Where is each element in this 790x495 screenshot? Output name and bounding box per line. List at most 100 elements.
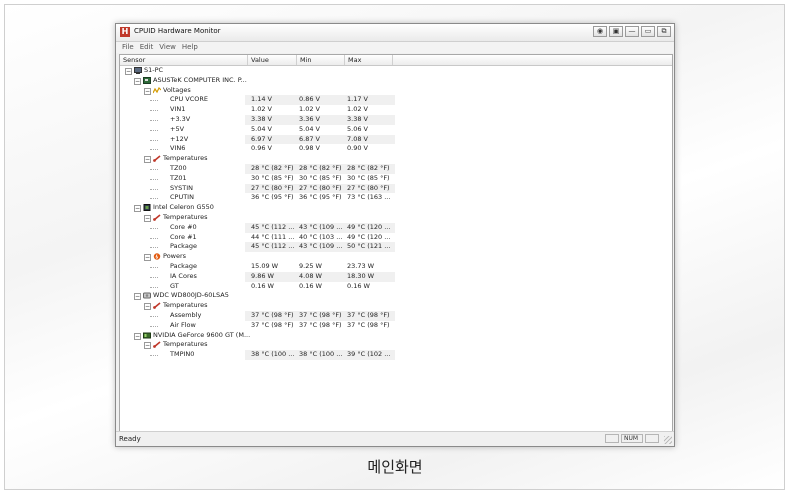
collapse-toggle-icon[interactable]: − [134,293,141,301]
tree-connector [150,325,158,327]
collapse-toggle-icon[interactable]: − [125,68,132,75]
sensor-max: 23.73 W [347,261,375,270]
sensor-max: 73 °C (163 ... [347,193,391,202]
sensor-value: 30 °C (85 °F) [251,173,294,182]
sensor-max: 49 °C (120 ... [347,232,391,241]
motherboard-icon [143,76,151,84]
sensor-label: VIN1 [170,105,186,114]
menu-view[interactable]: View [159,42,176,53]
computer-icon [134,67,142,74]
menu-file[interactable]: File [122,42,134,53]
tree-node[interactable]: − Powers [120,252,672,262]
sensor-row[interactable]: Package 45 °C (112 ... 43 °C (109 ... 50 °C… [120,242,672,253]
tree-node[interactable]: − Intel Celeron G550 [120,203,672,213]
resize-grip[interactable] [664,436,672,444]
column-header-max[interactable]: Max [345,55,393,65]
tree-node[interactable]: − Temperatures [120,340,672,350]
app-window: H CPUID Hardware Monitor ◉ ▣ — ▭ ⧉ File … [115,23,675,447]
sensor-max: 50 °C (121 ... [347,242,391,251]
sensor-label: WDC WD800JD-60LSA5 [153,291,229,300]
sensor-min: 9.25 W [299,261,322,270]
sensor-min: 36 °C (95 °F) [299,193,342,202]
sensor-row[interactable]: TMPIN0 38 °C (100 ... 38 °C (100 ... 39 °C … [120,350,672,360]
sensor-row[interactable]: Core #0 45 °C (112 ... 43 °C (109 ... 49 °C… [120,222,672,233]
tree-connector [150,139,158,141]
sensor-label: VIN6 [170,144,186,153]
sensor-label: NVIDIA GeForce 9600 GT (M... [153,330,251,339]
save-button[interactable]: ▣ [609,26,623,37]
sensor-row[interactable]: Package 15.09 W 9.25 W 23.73 W [120,262,672,272]
sensor-row[interactable]: Air Flow 37 °C (98 °F) 37 °C (98 °F) 37 °C … [120,321,672,331]
collapse-toggle-icon[interactable]: − [144,303,151,311]
sensor-row[interactable]: +3.3V 3.38 V 3.36 V 3.38 V [120,114,672,125]
sensor-min: 43 °C (109 ... [299,242,343,251]
sensor-tree-table[interactable]: Sensor Value Min Max − S1-PC − ASUSTeK COMP… [119,54,673,432]
sensor-label: Air Flow [170,320,196,329]
tree-node[interactable]: − Temperatures [120,301,672,311]
sensor-max: 27 °C (80 °F) [347,183,390,192]
menu-edit[interactable]: Edit [140,42,154,53]
sensor-label: Powers [163,252,187,261]
sensor-row[interactable]: TZ00 28 °C (82 °F) 28 °C (82 °F) 28 °C (82 … [120,163,672,174]
close-button[interactable]: ⧉ [657,26,671,37]
tree-node[interactable]: − ASUSTeK COMPUTER INC. P... [120,76,672,86]
collapse-toggle-icon[interactable]: − [144,87,151,95]
collapse-toggle-icon[interactable]: − [134,77,141,85]
column-header-min[interactable]: Min [297,55,345,65]
status-text: Ready [119,435,141,443]
collapse-toggle-icon[interactable]: − [144,254,151,262]
tree-node[interactable]: − Temperatures [120,154,672,164]
collapse-toggle-icon[interactable]: − [144,156,151,164]
sensor-value: 0.16 W [251,281,274,290]
sensor-max: 39 °C (102 ... [347,350,391,359]
tree-connector [150,168,158,170]
collapse-toggle-icon[interactable]: − [134,205,141,213]
table-body: − S1-PC − ASUSTeK COMPUTER INC. P... − Voltag… [120,66,672,431]
maximize-button[interactable]: ▭ [641,26,655,37]
monitor-button[interactable]: ◉ [593,26,607,37]
sensor-min: 0.98 V [299,144,320,153]
sensor-value: 15.09 W [251,261,279,270]
sensor-max: 49 °C (120 ... [347,222,391,231]
sensor-row[interactable]: Assembly 37 °C (98 °F) 37 °C (98 °F) 37 °C … [120,310,672,321]
sensor-min: 1.02 V [299,105,320,114]
title-bar[interactable]: H CPUID Hardware Monitor ◉ ▣ — ▭ ⧉ [116,24,674,42]
column-header-sensor[interactable]: Sensor [120,55,248,65]
collapse-toggle-icon[interactable]: − [144,214,151,222]
tree-connector [150,119,158,121]
sensor-row[interactable]: IA Cores 9.86 W 4.08 W 18.30 W [120,271,672,282]
sensor-min: 37 °C (98 °F) [299,320,342,329]
tree-connector [150,110,158,112]
sensor-row[interactable]: CPUTIN 36 °C (95 °F) 36 °C (95 °F) 73 °C (1… [120,193,672,203]
sensor-row[interactable]: CPU VCORE 1.14 V 0.86 V 1.17 V [120,95,672,106]
column-header-value[interactable]: Value [248,55,297,65]
sensor-value: 9.86 W [251,271,274,280]
tree-node[interactable]: − NVIDIA GeForce 9600 GT (M... [120,331,672,341]
tree-node[interactable]: − WDC WD800JD-60LSA5 [120,291,672,301]
minimize-button[interactable]: — [625,26,639,37]
window-title: CPUID Hardware Monitor [134,27,221,35]
collapse-toggle-icon[interactable]: − [144,342,151,350]
sensor-row[interactable]: TZ01 30 °C (85 °F) 30 °C (85 °F) 30 °C (85 … [120,174,672,184]
sensor-row[interactable]: VIN6 0.96 V 0.98 V 0.90 V [120,144,672,154]
sensor-row[interactable]: SYSTIN 27 °C (80 °F) 27 °C (80 °F) 27 °C (8… [120,183,672,194]
tree-node[interactable]: − Voltages [120,86,672,96]
collapse-toggle-icon[interactable]: − [134,332,141,340]
sensor-label: S1-PC [144,66,164,74]
sensor-row[interactable]: +12V 6.97 V 6.87 V 7.08 V [120,134,672,145]
sensor-row[interactable]: GT 0.16 W 0.16 W 0.16 W [120,282,672,292]
tree-connector [150,100,158,102]
menu-help[interactable]: Help [182,42,198,53]
sensor-label: Package [170,261,197,270]
sensor-label: Temperatures [163,154,208,163]
tree-node[interactable]: − Temperatures [120,213,672,223]
sensor-label: Package [170,242,197,251]
sensor-max: 3.38 V [347,114,368,123]
sensor-row[interactable]: VIN1 1.02 V 1.02 V 1.02 V [120,105,672,115]
tree-node[interactable]: − S1-PC [120,66,672,76]
sensor-label: TZ00 [170,163,187,172]
sensor-row[interactable]: +5V 5.04 V 5.04 V 5.06 V [120,125,672,135]
temperature-icon [153,341,161,349]
sensor-row[interactable]: Core #1 44 °C (111 ... 40 °C (103 ... 49 °C… [120,233,672,243]
tree-connector [150,178,158,180]
